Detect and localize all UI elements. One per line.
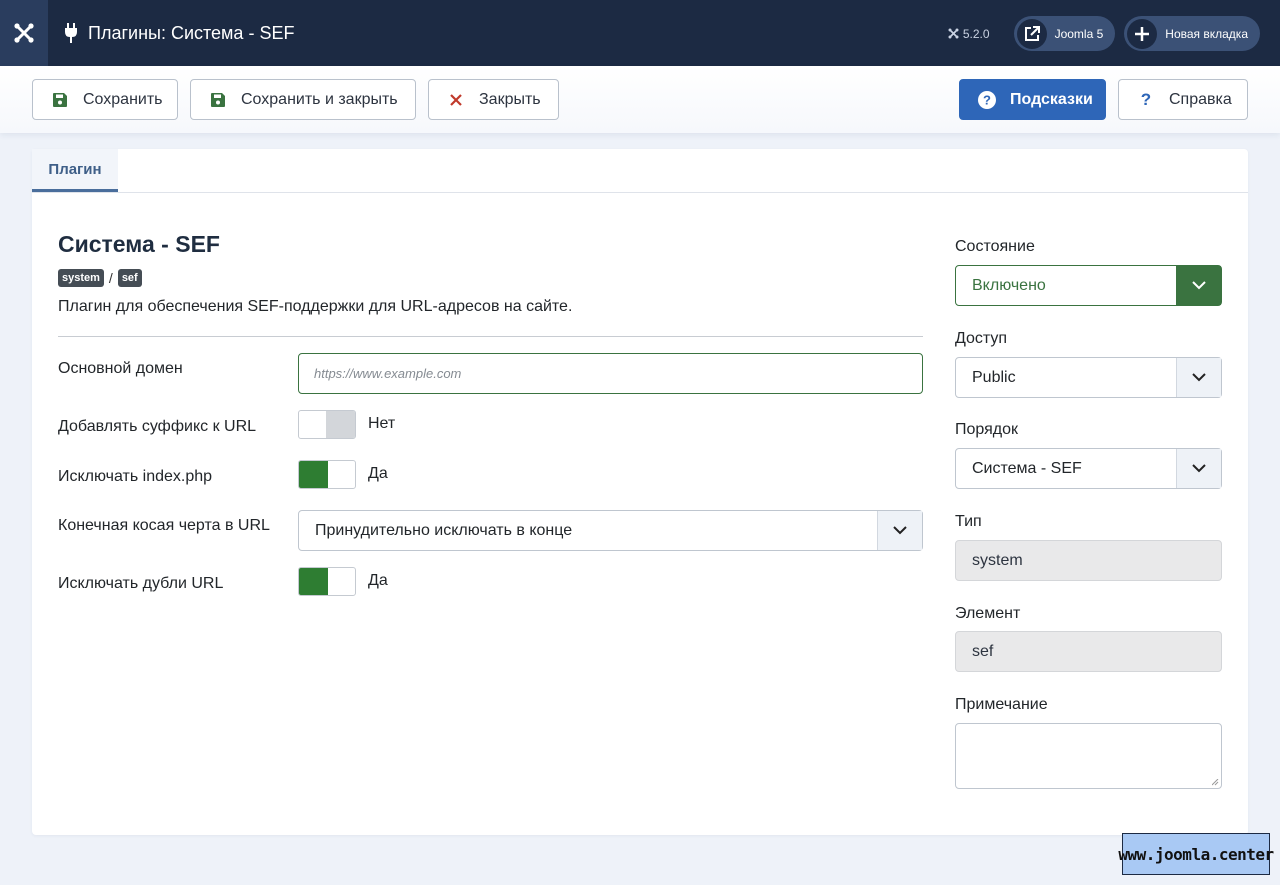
access-label: Доступ — [955, 330, 1008, 347]
index-php-state: Да — [368, 465, 388, 482]
note-label: Примечание — [955, 696, 1048, 713]
element-label: Элемент — [955, 605, 1021, 622]
app-header: Плагины: Система - SEF 5.2.0 Joomla 5 Но… — [0, 0, 1280, 66]
hints-label: Подсказки — [1010, 90, 1093, 108]
trailing-slash-label: Конечная косая черта в URL — [58, 517, 270, 534]
plugin-card: Плагин Система - SEF system / sef Плагин… — [32, 149, 1248, 835]
page-title: Плагины: Система - SEF — [88, 22, 295, 43]
access-value: Public — [972, 368, 1016, 386]
joomla-small-icon — [948, 28, 959, 39]
divider — [58, 336, 923, 337]
duplicates-label: Исключать дубли URL — [58, 575, 224, 592]
chevron-down-icon — [1176, 266, 1221, 305]
suffix-toggle[interactable] — [298, 410, 356, 439]
index-php-toggle[interactable] — [298, 460, 356, 489]
resize-grip-icon — [1212, 779, 1219, 786]
trailing-slash-select[interactable]: Принудительно исключать в конце — [298, 510, 923, 551]
trailing-slash-value: Принудительно исключать в конце — [315, 521, 573, 539]
status-value: Включено — [972, 276, 1046, 294]
domain-label: Основной домен — [58, 360, 183, 377]
version-text: 5.2.0 — [962, 26, 990, 41]
type-field: system — [955, 540, 1222, 581]
plugin-path: system / sef — [58, 269, 142, 287]
tab-bar: Плагин — [32, 149, 1248, 193]
access-select[interactable]: Public — [955, 357, 1222, 398]
page-title-block: Плагины: Система - SEF — [64, 23, 294, 44]
status-select[interactable]: Включено — [955, 265, 1222, 306]
question-circle-icon: ? — [978, 90, 996, 109]
plugin-title: Система - SEF — [58, 231, 220, 257]
plus-icon — [1127, 18, 1158, 49]
help-label: Справка — [1169, 90, 1232, 108]
joomla-logo-icon[interactable] — [0, 0, 48, 66]
ordering-select[interactable]: Система - SEF — [955, 448, 1222, 489]
chevron-down-icon — [877, 511, 922, 550]
note-textarea[interactable] — [955, 723, 1222, 789]
duplicates-toggle[interactable] — [298, 567, 356, 596]
chevron-down-icon — [1176, 358, 1221, 397]
suffix-label: Добавлять суффикс к URL — [58, 418, 257, 435]
view-site-button[interactable]: Joomla 5 — [1013, 16, 1116, 51]
status-label: Состояние — [955, 238, 1035, 255]
new-tab-button[interactable]: Новая вкладка — [1124, 16, 1260, 51]
svg-text:?: ? — [983, 92, 991, 107]
plug-icon — [64, 23, 78, 43]
domain-input[interactable]: https://www.example.com — [298, 353, 923, 394]
duplicates-state: Да — [368, 572, 388, 589]
ordering-label: Порядок — [955, 421, 1019, 438]
save-icon — [51, 92, 69, 107]
save-close-label: Сохранить и закрыть — [241, 90, 398, 108]
help-button[interactable]: ? Справка — [1118, 79, 1248, 120]
external-link-icon — [1016, 18, 1047, 49]
save-close-button[interactable]: Сохранить и закрыть — [190, 79, 416, 120]
version-indicator: 5.2.0 — [948, 27, 990, 41]
hints-button[interactable]: ? Подсказки — [959, 79, 1106, 120]
close-label: Закрыть — [479, 90, 541, 108]
question-icon: ? — [1140, 89, 1152, 109]
element-field: sef — [955, 631, 1222, 672]
tab-plugin[interactable]: Плагин — [32, 149, 118, 192]
suffix-state: Нет — [368, 415, 396, 432]
view-site-label: Joomla 5 — [1054, 26, 1104, 41]
save-button[interactable]: Сохранить — [32, 79, 178, 120]
chevron-down-icon — [1176, 449, 1221, 488]
path-separator: / — [108, 270, 113, 286]
close-x-icon — [447, 93, 465, 106]
new-tab-label: Новая вкладка — [1165, 26, 1248, 41]
plugin-description: Плагин для обеспечения SEF-поддержки для… — [58, 298, 573, 315]
save-label: Сохранить — [83, 90, 163, 108]
domain-placeholder: https://www.example.com — [314, 366, 462, 381]
header-actions: 5.2.0 Joomla 5 Новая вкладка — [948, 16, 1260, 51]
type-label: Тип — [955, 513, 982, 530]
toolbar: Сохранить Сохранить и закрыть Закрыть ? … — [0, 66, 1280, 133]
element-badge: sef — [117, 269, 142, 287]
folder-badge: system — [58, 269, 104, 287]
index-php-label: Исключать index.php — [58, 468, 213, 485]
ordering-value: Система - SEF — [972, 459, 1082, 477]
save-icon — [209, 92, 227, 107]
watermark: www.joomla.center — [1118, 833, 1274, 875]
close-button[interactable]: Закрыть — [428, 79, 559, 120]
